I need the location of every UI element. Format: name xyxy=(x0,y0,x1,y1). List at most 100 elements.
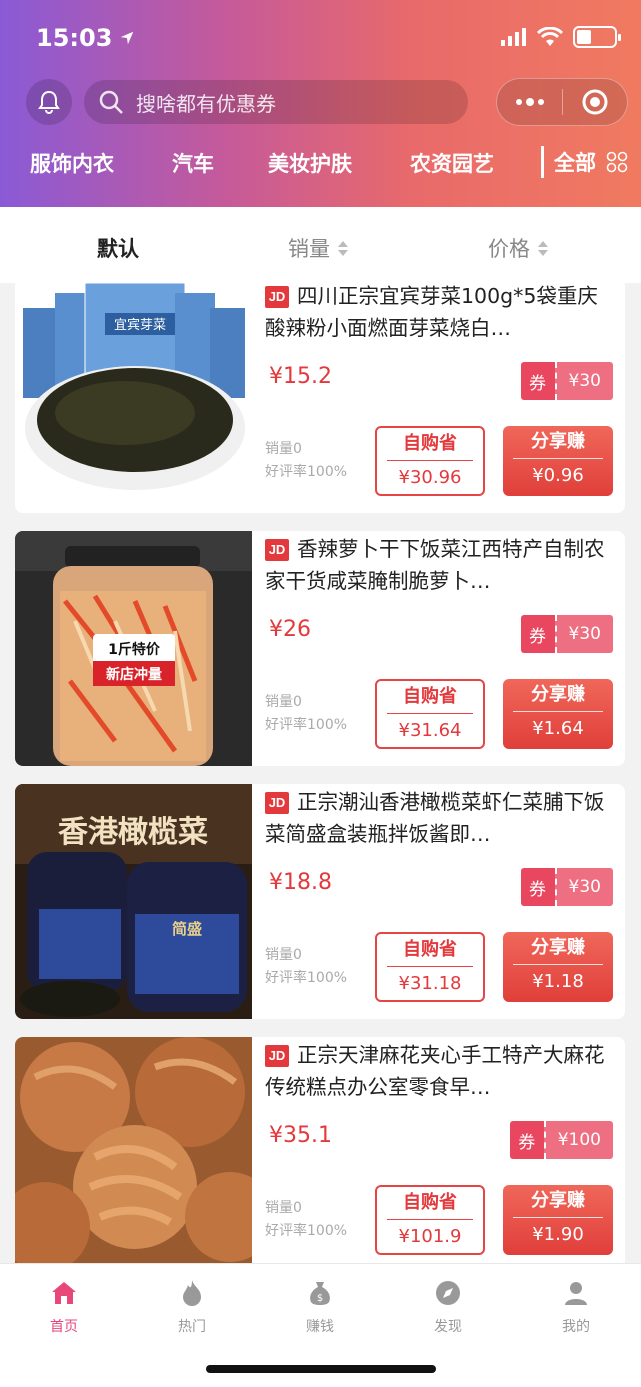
tab-hot[interactable]: 热门 xyxy=(152,1276,232,1336)
svg-text:1斤特价: 1斤特价 xyxy=(108,641,161,658)
self-buy-value: ¥31.18 xyxy=(398,973,462,994)
product-title-text: 四川正宗宜宾芽菜100g*5袋重庆酸辣粉小面燃面芽菜烧白… xyxy=(265,284,598,340)
status-time: 15:03 xyxy=(36,24,136,52)
search-input[interactable]: 搜啥都有优惠券 xyxy=(84,80,468,124)
tab-profile[interactable]: 我的 xyxy=(536,1276,616,1336)
product-title: JD 香辣萝卜干下饭菜江西特产自制农家干货咸菜腌制脆萝卜… xyxy=(265,533,613,597)
product-stats: 销量0 好评率100% xyxy=(265,438,347,484)
sales-count: 销量0 xyxy=(265,1200,302,1216)
compass-icon xyxy=(436,1281,460,1305)
product-info: JD 正宗天津麻花夹心手工特产大麻花传统糕点办公室零食早… ¥35.1 券 ¥10… xyxy=(265,1037,613,1255)
product-title-text: 正宗天津麻花夹心手工特产大麻花传统糕点办公室零食早… xyxy=(265,1043,605,1099)
product-list: 宜宾芽菜 JD 四川正宗宜宾芽菜100g*5袋重庆酸辣粉小面燃面芽菜烧白… ¥15… xyxy=(0,283,641,1263)
product-image: 香港橄榄菜 简盛 xyxy=(15,784,252,1019)
rating: 好评率100% xyxy=(265,464,348,480)
category-item[interactable]: 汽车 xyxy=(172,148,214,178)
product-card[interactable]: 宜宾芽菜 JD 四川正宗宜宾芽菜100g*5袋重庆酸辣粉小面燃面芽菜烧白… ¥15… xyxy=(15,283,625,513)
share-earn-button[interactable]: 分享赚 ¥1.18 xyxy=(503,932,613,1002)
share-earn-label: 分享赚 xyxy=(513,679,603,712)
rating: 好评率100% xyxy=(265,1223,348,1239)
jd-badge: JD xyxy=(265,286,289,308)
svg-text:简盛: 简盛 xyxy=(172,920,202,938)
notification-button[interactable] xyxy=(26,79,72,125)
product-title-text: 香辣萝卜干下饭菜江西特产自制农家干货咸菜腌制脆萝卜… xyxy=(265,537,605,593)
sales-count: 销量0 xyxy=(265,947,302,963)
svg-text:$: $ xyxy=(317,1293,323,1304)
category-item[interactable]: 服饰内衣 xyxy=(30,148,114,178)
close-miniprogram-button[interactable] xyxy=(563,88,627,116)
product-image: 宜宾芽菜 xyxy=(15,283,252,513)
svg-text:宜宾芽菜: 宜宾芽菜 xyxy=(114,317,166,333)
product-stats: 销量0 好评率100% xyxy=(265,944,347,990)
coupon-badge[interactable]: 券 ¥30 xyxy=(520,362,613,400)
product-title: JD 正宗潮汕香港橄榄菜虾仁菜脯下饭菜简盛盒装瓶拌饭酱即… xyxy=(265,786,613,850)
coupon-value: ¥30 xyxy=(554,362,613,400)
self-buy-button[interactable]: 自购省 ¥30.96 xyxy=(375,426,485,496)
product-price: ¥35.1 xyxy=(269,1123,332,1148)
tab-discover-label: 发现 xyxy=(434,1319,462,1335)
tab-earn[interactable]: $ 赚钱 xyxy=(280,1276,360,1336)
self-buy-button[interactable]: 自购省 ¥101.9 xyxy=(375,1185,485,1255)
share-earn-value: ¥0.96 xyxy=(532,465,584,486)
share-earn-label: 分享赚 xyxy=(513,932,603,965)
product-card[interactable]: JD 正宗天津麻花夹心手工特产大麻花传统糕点办公室零食早… ¥35.1 券 ¥10… xyxy=(15,1037,625,1263)
tab-earn-label: 赚钱 xyxy=(306,1319,334,1335)
product-card[interactable]: 香港橄榄菜 简盛 JD 正宗潮汕香港橄榄菜虾仁菜脯下饭菜简盛盒装瓶拌饭酱即… ¥1… xyxy=(15,784,625,1019)
share-earn-button[interactable]: 分享赚 ¥1.90 xyxy=(503,1185,613,1255)
product-title-text: 正宗潮汕香港橄榄菜虾仁菜脯下饭菜简盛盒装瓶拌饭酱即… xyxy=(265,790,605,846)
coupon-badge[interactable]: 券 ¥100 xyxy=(509,1121,613,1159)
user-icon xyxy=(565,1282,587,1305)
home-icon xyxy=(52,1282,76,1304)
jd-badge: JD xyxy=(265,539,289,561)
coupon-label: 券 xyxy=(520,868,555,906)
category-item[interactable]: 美妆护肤 xyxy=(268,148,352,178)
time-text: 15:03 xyxy=(36,24,113,52)
wifi-icon xyxy=(537,27,563,46)
product-info: JD 正宗潮汕香港橄榄菜虾仁菜脯下饭菜简盛盒装瓶拌饭酱即… ¥18.8 券 ¥30… xyxy=(265,784,613,1002)
jd-badge: JD xyxy=(265,1045,289,1067)
rating: 好评率100% xyxy=(265,970,348,986)
coupon-badge[interactable]: 券 ¥30 xyxy=(520,615,613,653)
coupon-label: 券 xyxy=(509,1121,544,1159)
self-buy-value: ¥101.9 xyxy=(398,1226,462,1247)
share-earn-value: ¥1.64 xyxy=(532,718,584,739)
sort-sales-label: 销量 xyxy=(288,237,330,261)
product-card[interactable]: 1斤特价 新店冲量 JD 香辣萝卜干下饭菜江西特产自制农家干货咸菜腌制脆萝卜… ¥… xyxy=(15,531,625,766)
status-icons xyxy=(501,26,621,48)
self-buy-value: ¥31.64 xyxy=(398,720,462,741)
product-title: JD 正宗天津麻花夹心手工特产大麻花传统糕点办公室零食早… xyxy=(265,1039,613,1103)
self-buy-button[interactable]: 自购省 ¥31.64 xyxy=(375,679,485,749)
battery-icon xyxy=(573,26,621,48)
share-earn-button[interactable]: 分享赚 ¥1.64 xyxy=(503,679,613,749)
more-button[interactable] xyxy=(497,98,562,106)
svg-text:新店冲量: 新店冲量 xyxy=(106,666,162,683)
product-price: ¥15.2 xyxy=(269,364,332,389)
bell-icon xyxy=(38,90,60,114)
sort-arrows-icon xyxy=(538,240,548,256)
sort-price[interactable]: 价格 xyxy=(488,233,548,263)
sort-sales[interactable]: 销量 xyxy=(288,233,348,263)
location-arrow-icon xyxy=(121,31,134,45)
svg-text:香港橄榄菜: 香港橄榄菜 xyxy=(58,815,208,850)
jd-badge: JD xyxy=(265,792,289,814)
target-icon xyxy=(582,89,608,115)
self-buy-label: 自购省 xyxy=(387,934,473,967)
home-indicator xyxy=(206,1365,436,1373)
product-image: 1斤特价 新店冲量 xyxy=(15,531,252,766)
self-buy-button[interactable]: 自购省 ¥31.18 xyxy=(375,932,485,1002)
tab-discover[interactable]: 发现 xyxy=(408,1276,488,1336)
tab-home[interactable]: 首页 xyxy=(24,1276,104,1336)
status-bar: 15:03 xyxy=(0,0,641,72)
sort-default[interactable]: 默认 xyxy=(97,233,139,263)
all-categories-button[interactable]: 全部 xyxy=(541,146,628,178)
coupon-value: ¥30 xyxy=(554,868,613,906)
all-categories-label: 全部 xyxy=(554,151,596,175)
search-icon xyxy=(99,90,123,114)
share-earn-button[interactable]: 分享赚 ¥0.96 xyxy=(503,426,613,496)
share-earn-label: 分享赚 xyxy=(513,1185,603,1218)
product-title: JD 四川正宗宜宾芽菜100g*5袋重庆酸辣粉小面燃面芽菜烧白… xyxy=(265,283,613,344)
category-item[interactable]: 农资园艺 xyxy=(410,148,494,178)
tab-profile-label: 我的 xyxy=(562,1319,590,1335)
coupon-badge[interactable]: 券 ¥30 xyxy=(520,868,613,906)
product-info: JD 香辣萝卜干下饭菜江西特产自制农家干货咸菜腌制脆萝卜… ¥26 券 ¥30 销… xyxy=(265,531,613,749)
